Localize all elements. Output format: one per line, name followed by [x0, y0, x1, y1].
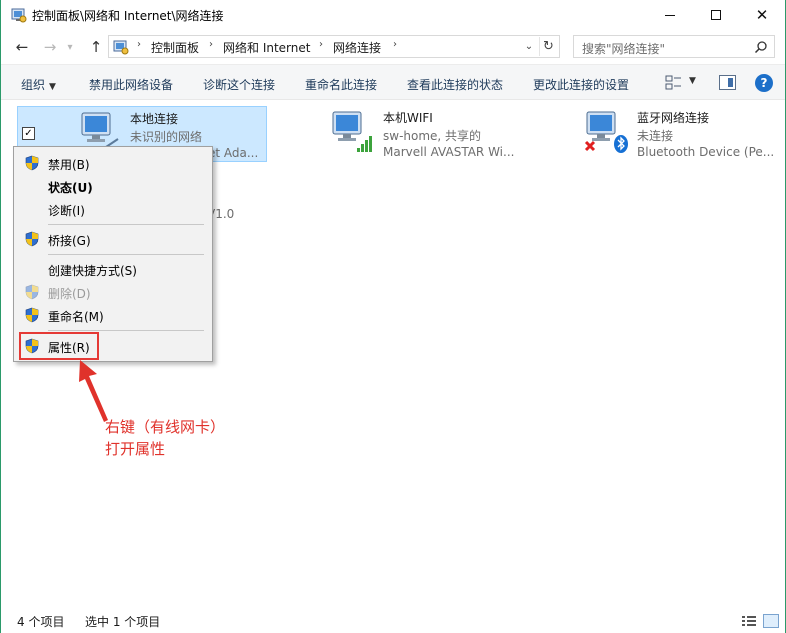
menu-item-label: 桥接(G): [48, 234, 91, 248]
back-button[interactable]: ←: [11, 37, 33, 57]
uac-shield-icon: [25, 307, 39, 323]
menu-item-diagnose[interactable]: 诊断(I): [14, 198, 212, 220]
menu-item-bridge[interactable]: 桥接(G): [14, 228, 212, 250]
breadcrumb-network-internet[interactable]: 网络和 Internet: [223, 39, 310, 56]
rename-button[interactable]: 重命名此连接: [305, 76, 377, 93]
breadcrumb-separator-icon[interactable]: ›: [209, 39, 213, 50]
maximize-icon: [711, 10, 721, 20]
connection-status: sw-home, 共享的: [383, 129, 482, 143]
connection-device: Marvell AVASTAR Wi...: [383, 145, 515, 159]
title-bar: 控制面板\网络和 Internet\网络连接 ✕: [1, 0, 785, 30]
menu-item-label: 重命名(M): [48, 310, 104, 324]
control-panel-icon: [11, 8, 27, 23]
uac-shield-icon: [25, 284, 39, 300]
connection-device: Bluetooth Device (Pe...: [637, 145, 775, 159]
minimize-button[interactable]: [647, 0, 693, 30]
breadcrumb-separator-icon[interactable]: ›: [319, 39, 323, 50]
up-arrow-icon: ↑: [89, 38, 103, 56]
breadcrumb-network-connections[interactable]: 网络连接: [333, 39, 381, 56]
annotation-text: 右键（有线网卡） 打开属性: [105, 416, 225, 460]
menu-item-label: 禁用(B): [48, 158, 90, 172]
navigation-row: ← → ▾ ↑ › 控制面板 › 网络和 Internet › 网络连接 › ⌄…: [1, 30, 785, 64]
change-settings-button[interactable]: 更改此连接的设置: [533, 76, 629, 93]
window-title: 控制面板\网络和 Internet\网络连接: [32, 9, 224, 23]
menu-item-label: 诊断(I): [48, 204, 85, 218]
search-icon: [754, 41, 767, 54]
view-options-dropdown-icon[interactable]: ▼: [689, 76, 696, 86]
organize-label: 组织: [21, 78, 46, 92]
disable-device-button[interactable]: 禁用此网络设备: [89, 76, 173, 93]
annotation-line-1: 右键（有线网卡）: [105, 418, 226, 436]
menu-item-label: 删除(D): [48, 287, 91, 301]
selected-count: 选中 1 个项目: [85, 615, 161, 629]
forward-arrow-icon: →: [43, 38, 57, 56]
context-menu: 禁用(B) 状态(U) 诊断(I) 桥接(G) 创建快捷方式(S) 删除(D) …: [13, 146, 213, 362]
connection-status: 未连接: [637, 129, 674, 143]
menu-item-label: 创建快捷方式(S): [48, 264, 137, 278]
explorer-window: 控制面板\网络和 Internet\网络连接 ✕ ← → ▾ ↑ › 控制面板 …: [0, 0, 786, 633]
uac-shield-icon: [25, 231, 39, 247]
menu-item-rename[interactable]: 重命名(M): [14, 304, 212, 326]
connection-name: 本机WIFI: [383, 111, 433, 125]
chevron-down-icon: ▾: [67, 41, 73, 53]
menu-item-status[interactable]: 状态(U): [14, 175, 212, 197]
address-bar[interactable]: › 控制面板 › 网络和 Internet › 网络连接 › ⌄ ↻: [108, 35, 560, 58]
status-bar: 4 个项目 选中 1 个项目: [1, 610, 785, 633]
search-input[interactable]: 搜索"网络连接": [573, 35, 775, 58]
connection-status: 未识别的网络: [130, 130, 203, 144]
annotation-line-2: 打开属性: [105, 440, 166, 458]
search-placeholder: 搜索"网络连接": [582, 42, 666, 56]
breadcrumb-control-panel[interactable]: 控制面板: [151, 39, 199, 56]
item-count: 4 个项目: [17, 615, 65, 629]
chevron-down-icon: ⌄: [524, 41, 534, 52]
breadcrumb-separator-icon[interactable]: ›: [393, 39, 397, 50]
menu-separator: [48, 254, 204, 255]
connection-item-wifi[interactable]: 本机WIFI sw-home, 共享的 Marvell AVASTAR Wi..…: [323, 106, 563, 162]
connection-item-bluetooth[interactable]: 蓝牙网络连接 未连接 Bluetooth Device (Pe...: [577, 106, 777, 162]
large-icons-view-icon[interactable]: [763, 614, 779, 628]
command-bar: 组织 ▼ 禁用此网络设备 诊断这个连接 重命名此连接 查看此连接的状态 更改此连接…: [1, 64, 785, 100]
refresh-button[interactable]: ↻: [539, 37, 557, 56]
menu-item-delete: 删除(D): [14, 281, 212, 303]
view-options-icon[interactable]: [664, 74, 684, 92]
organize-menu[interactable]: 组织 ▼: [21, 76, 56, 93]
diagnose-button[interactable]: 诊断这个连接: [203, 76, 275, 93]
help-button[interactable]: ?: [755, 74, 773, 92]
minimize-icon: [665, 14, 675, 16]
menu-item-create-shortcut[interactable]: 创建快捷方式(S): [14, 258, 212, 280]
menu-item-disable[interactable]: 禁用(B): [14, 152, 212, 174]
maximize-button[interactable]: [693, 0, 739, 30]
details-view-icon[interactable]: [741, 614, 757, 628]
connection-device: et Ada...: [208, 146, 259, 160]
menu-separator: [48, 224, 204, 225]
annotation-arrow-icon: [79, 360, 108, 422]
caret-down-icon: ▼: [49, 82, 56, 92]
refresh-icon: ↻: [543, 39, 554, 54]
back-arrow-icon: ←: [15, 38, 29, 56]
recent-locations-button[interactable]: ▾: [63, 37, 77, 57]
menu-separator: [48, 330, 204, 331]
forward-button[interactable]: →: [39, 37, 61, 57]
item-checkbox[interactable]: ✓: [22, 127, 35, 140]
connection-name: 蓝牙网络连接: [637, 111, 710, 125]
address-history-button[interactable]: ⌄: [521, 37, 537, 56]
bluetooth-network-icon: [584, 111, 628, 153]
preview-pane-button[interactable]: [719, 75, 736, 90]
control-panel-icon: [113, 40, 129, 55]
breadcrumb-separator-icon[interactable]: ›: [137, 39, 141, 50]
view-status-button[interactable]: 查看此连接的状态: [407, 76, 503, 93]
close-button[interactable]: ✕: [739, 0, 785, 30]
up-button[interactable]: ↑: [85, 37, 107, 57]
uac-shield-icon: [25, 155, 39, 171]
properties-highlight-box: [19, 332, 99, 360]
connection-name: 本地连接: [130, 112, 179, 126]
wifi-network-icon: [332, 111, 372, 152]
menu-item-label: 状态(U): [48, 181, 93, 195]
close-icon: ✕: [755, 6, 769, 24]
